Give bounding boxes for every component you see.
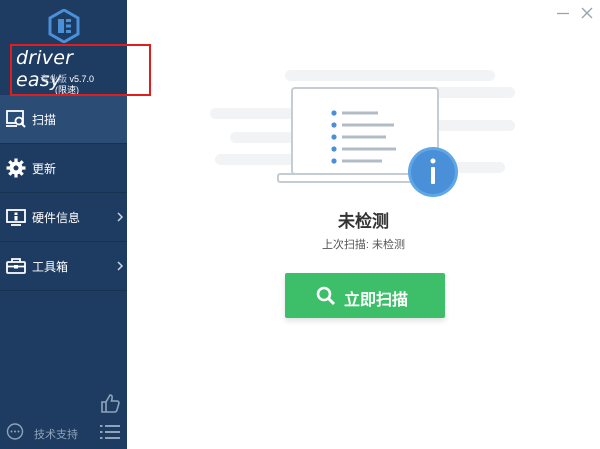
menu-icon[interactable] (100, 424, 120, 440)
toolbox-icon (6, 258, 26, 274)
scan-illustration-icon (210, 70, 515, 197)
scan-now-label: 立即扫描 (344, 292, 409, 309)
chevron-right-icon (117, 212, 124, 222)
close-icon[interactable] (580, 6, 594, 20)
nav-label: 扫描 (32, 113, 57, 127)
chat-icon (6, 423, 24, 440)
sidebar: driver easy 专业版 v5.7.0 (限速) 扫描 更新 硬件信息 工… (0, 0, 127, 449)
nav-item-hardware[interactable]: 硬件信息 (0, 193, 127, 242)
logo-area: driver easy 专业版 v5.7.0 (限速) (0, 0, 127, 95)
status-title: 未检测 (338, 212, 389, 231)
chevron-right-icon (117, 261, 124, 271)
thumbs-up-icon[interactable] (99, 392, 121, 414)
last-scan-label: 上次扫描: 未检测 (321, 239, 406, 251)
minimize-icon[interactable] (556, 6, 570, 20)
nav-label: 硬件信息 (32, 211, 81, 225)
nav-item-toolbox[interactable]: 工具箱 (0, 242, 127, 291)
nav-label: 更新 (32, 162, 57, 176)
tech-support-label: 技术支持 (34, 429, 78, 441)
scan-icon (6, 110, 26, 128)
search-icon (316, 286, 336, 306)
gear-icon (6, 158, 26, 178)
nav-item-update[interactable]: 更新 (0, 144, 127, 193)
driver-easy-logo-icon (48, 9, 80, 43)
nav-item-scan[interactable]: 扫描 (0, 95, 127, 144)
scan-now-button[interactable]: 立即扫描 (285, 273, 445, 318)
hardware-icon (6, 209, 26, 226)
nav-label: 工具箱 (32, 260, 69, 274)
